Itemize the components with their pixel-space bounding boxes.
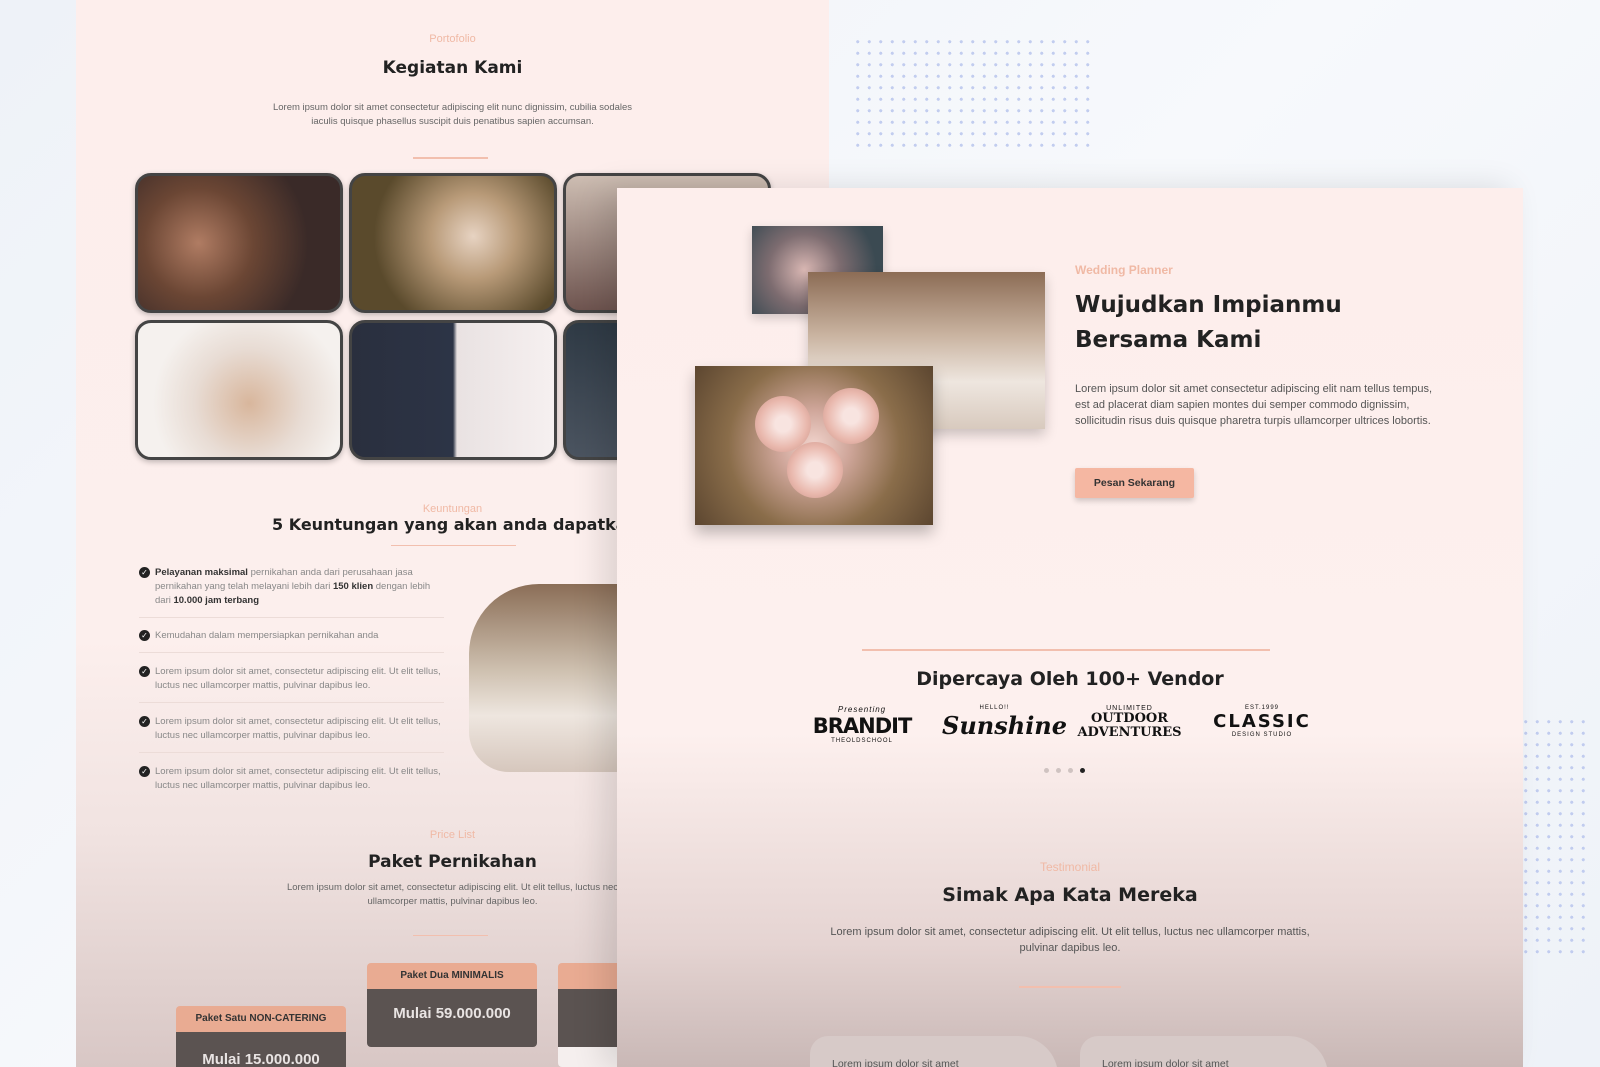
logo-bottom-text: THEOLDSCHOOL (831, 738, 893, 744)
check-circle-icon: ✓ (139, 630, 150, 641)
carousel-dot[interactable] (1056, 768, 1061, 773)
benefit-strong: 10.000 jam terbang (173, 595, 260, 606)
portfolio-photo-holding-hands[interactable] (135, 320, 343, 460)
logo-bottom-text: DESIGN STUDIO (1231, 732, 1293, 738)
check-circle-icon: ✓ (139, 567, 150, 578)
testimonial-description: Lorem ipsum dolor sit amet, consectetur … (812, 924, 1328, 956)
benefit-item: ✓ Lorem ipsum dolor sit amet, consectetu… (139, 715, 444, 743)
benefit-strong: Pelayanan maksimal (155, 567, 248, 578)
section-divider (413, 157, 488, 159)
hero-title-line: Wujudkan Impianmu (1075, 292, 1342, 318)
rose-shape (823, 388, 879, 444)
vendor-logo-brandit[interactable]: Presenting BRANDIT THEOLDSCHOOL (812, 705, 913, 755)
right-page-preview: Wedding Planner Wujudkan Impianmu Bersam… (617, 188, 1523, 1067)
check-circle-icon: ✓ (139, 666, 150, 677)
testimonial-title: Simak Apa Kata Mereka (942, 884, 1198, 906)
rose-shape (787, 442, 843, 498)
portfolio-photo-bride-groom[interactable] (349, 320, 557, 460)
portfolio-eyebrow: Portofolio (429, 33, 476, 45)
portfolio-title: Kegiatan Kami (382, 58, 523, 78)
testimonial-card-text: Lorem ipsum dolor sit amet (1102, 1058, 1229, 1067)
benefit-strong: 150 klien (332, 581, 374, 592)
testimonial-card: Lorem ipsum dolor sit amet (1080, 1036, 1328, 1067)
benefit-item: ✓ Lorem ipsum dolor sit amet, consectetu… (139, 765, 444, 793)
testimonial-eyebrow: Testimonial (1039, 860, 1101, 874)
price-card-price: Mulai 59.000.000 (367, 989, 537, 1047)
testimonial-description-line: Lorem ipsum dolor sit amet, consectetur … (830, 926, 1310, 938)
benefit-item: ✓ Kemudahan dalam mempersiapkan pernikah… (139, 629, 444, 643)
hero-description: Lorem ipsum dolor sit amet consectetur a… (1075, 383, 1433, 427)
hero-title-line: Bersama Kami (1075, 327, 1262, 353)
carousel-dot[interactable] (1044, 768, 1049, 773)
portfolio-description: Lorem ipsum dolor sit amet consectetur a… (76, 101, 829, 129)
portfolio-photo-henna-hands[interactable] (135, 173, 343, 313)
section-divider (391, 545, 516, 546)
price-card[interactable]: Paket Satu NON-CATERING Mulai 15.000.000 (176, 1006, 346, 1067)
hero-eyebrow: Wedding Planner (1075, 263, 1173, 277)
check-circle-icon: ✓ (139, 766, 150, 777)
order-now-button[interactable]: Pesan Sekarang (1075, 468, 1194, 498)
benefit-item: ✓ Pelayanan maksimal pernikahan anda dar… (139, 566, 444, 608)
vendors-title: Dipercaya Oleh 100+ Vendor (916, 668, 1224, 690)
benefits-title: 5 Keuntungan yang akan anda dapatkan (272, 515, 638, 534)
list-divider (139, 702, 444, 703)
benefit-item: ✓ Lorem ipsum dolor sit amet, consectetu… (139, 665, 444, 693)
logo-main-text: Sunshine (942, 711, 1068, 740)
benefit-text: Kemudahan dalam mempersiapkan pernikahan… (155, 630, 379, 641)
portfolio-photo-couple[interactable] (349, 173, 557, 313)
benefit-text: Lorem ipsum dolor sit amet, consectetur … (155, 716, 441, 741)
section-divider (1019, 986, 1121, 988)
section-divider (862, 649, 1270, 651)
section-divider (413, 935, 488, 936)
decorative-dot-grid (852, 36, 1092, 152)
carousel-dot[interactable] (1068, 768, 1073, 773)
price-card-name: Paket Satu NON-CATERING (176, 1006, 346, 1032)
testimonial-description-line: pulvinar dapibus leo. (1019, 942, 1121, 954)
list-divider (139, 617, 444, 618)
testimonial-card: Lorem ipsum dolor sit amet (810, 1036, 1058, 1067)
carousel-dot-active[interactable] (1080, 768, 1085, 773)
logo-main-text: BRANDIT (812, 714, 913, 738)
vendor-logo-classic[interactable]: EST.1999 CLASSIC DESIGN STUDIO (1207, 705, 1317, 755)
portfolio-description-line: Lorem ipsum dolor sit amet consectetur a… (272, 102, 633, 113)
logo-main-text: OUTDOOR ADVENTURES (1077, 711, 1182, 740)
logo-top-text: Presenting (837, 705, 887, 714)
vendor-logo-sunshine[interactable]: HELLO!! Sunshine (942, 705, 1068, 755)
check-circle-icon: ✓ (139, 716, 150, 727)
hero-photo-roses (695, 366, 933, 525)
hero-title: Wujudkan Impianmu Bersama Kami (1075, 288, 1405, 358)
price-card-name: Paket Dua MINIMALIS (367, 963, 537, 989)
list-divider (139, 652, 444, 653)
logo-main-text: CLASSIC (1213, 711, 1311, 732)
testimonial-card-text: Lorem ipsum dolor sit amet (832, 1058, 959, 1067)
price-card-price: Mulai 15.000.000 (176, 1032, 346, 1067)
list-divider (139, 752, 444, 753)
benefit-text: Lorem ipsum dolor sit amet, consectetur … (155, 766, 441, 791)
decorative-dot-grid (1520, 716, 1592, 956)
portfolio-description-line: iaculis quisque phasellus suscipit duis … (311, 116, 594, 127)
vendor-logo-outdoor-adventures[interactable]: UNLIMITED OUTDOOR ADVENTURES (1077, 705, 1182, 755)
benefit-text: Lorem ipsum dolor sit amet, consectetur … (155, 666, 441, 691)
price-card[interactable]: Paket Dua MINIMALIS Mulai 59.000.000 (367, 963, 537, 1047)
